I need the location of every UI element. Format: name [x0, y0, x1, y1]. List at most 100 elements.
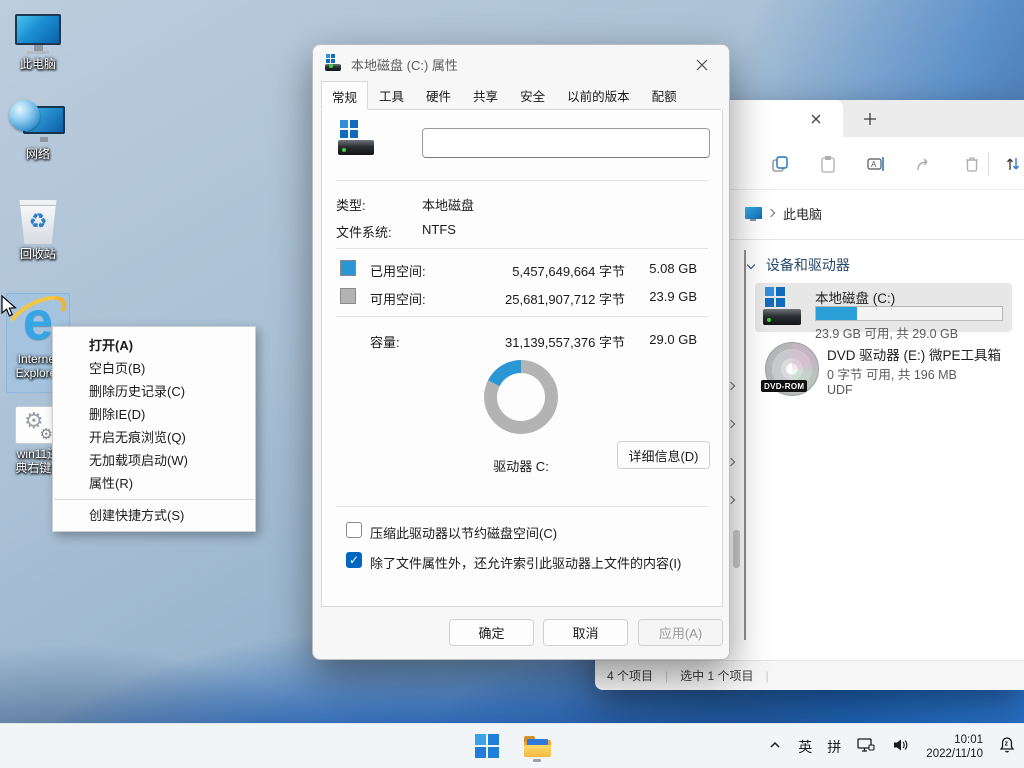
dialog-title-bar[interactable]: 本地磁盘 (C:) 属性	[313, 45, 729, 81]
clock-date: 2022/11/10	[926, 747, 983, 761]
close-icon[interactable]	[685, 53, 719, 77]
section-header-devices[interactable]: 设备和驱动器	[748, 255, 850, 275]
desktop-icon-this-pc[interactable]: 此电脑	[6, 14, 70, 71]
properties-dialog: 本地磁盘 (C:) 属性 常规 工具 硬件 共享 安全 以前的版本 配额 类型:…	[312, 44, 730, 660]
divider	[336, 180, 708, 181]
hdd-icon	[763, 287, 803, 327]
svg-text:A: A	[871, 160, 877, 169]
compress-checkbox[interactable]	[346, 522, 362, 538]
new-tab-icon[interactable]	[860, 109, 880, 129]
copy-icon[interactable]	[770, 154, 790, 174]
ime-language-indicator[interactable]: 英	[798, 737, 812, 757]
menu-item-delete-ie[interactable]: 删除IE(D)	[53, 403, 255, 426]
dvd-disc-icon: DVD-ROM	[765, 342, 821, 398]
rename-icon[interactable]: A	[866, 154, 886, 174]
sort-icon[interactable]	[1003, 154, 1023, 174]
mouse-cursor	[1, 295, 19, 322]
cancel-button[interactable]: 取消	[543, 619, 628, 646]
menu-item-blank-page[interactable]: 空白页(B)	[53, 357, 255, 380]
capacity-bytes: 31,139,557,376 字节	[505, 332, 625, 351]
ok-button[interactable]: 确定	[449, 619, 534, 646]
ime-pinyin-indicator[interactable]: 拼	[827, 737, 841, 757]
delete-icon[interactable]	[962, 154, 982, 174]
filesystem-label: 文件系统:	[336, 222, 392, 241]
recycle-bin-icon	[18, 200, 58, 244]
dvd-rom-badge: DVD-ROM	[761, 380, 807, 392]
windows-logo-icon	[475, 734, 499, 758]
tab-general[interactable]: 常规	[321, 81, 368, 110]
drive-c-row[interactable]: 本地磁盘 (C:) 23.9 GB 可用, 共 29.0 GB	[755, 283, 1012, 332]
ie-context-menu: 打开(A) 空白页(B) 删除历史记录(C) 删除IE(D) 开启无痕浏览(Q)…	[52, 326, 256, 532]
general-tab-page: 类型: 本地磁盘 文件系统: NTFS 已用空间: 5,457,649,664 …	[321, 110, 723, 607]
start-button[interactable]	[472, 729, 502, 763]
desktop-icon-label: 回收站	[6, 247, 70, 261]
hdd-small-icon	[325, 54, 343, 72]
scrollbar-track[interactable]	[744, 250, 746, 640]
drive-info: 0 字节 可用, 共 196 MB	[827, 364, 957, 383]
divider	[336, 248, 708, 249]
menu-item-open[interactable]: 打开(A)	[53, 334, 255, 357]
index-checkbox-label: 除了文件属性外，还允许索引此驱动器上文件的内容(I)	[370, 553, 681, 572]
status-divider: |	[765, 669, 768, 683]
scrollbar-thumb[interactable]	[733, 530, 740, 568]
clock-time: 10:01	[926, 733, 983, 747]
recycle-icon	[29, 216, 48, 231]
capacity-label: 容量:	[370, 332, 400, 351]
volume-label-input[interactable]	[422, 128, 710, 158]
free-space-gb: 23.9 GB	[649, 289, 697, 304]
tab-quota[interactable]: 配额	[641, 82, 688, 109]
breadcrumb[interactable]: 此电脑	[783, 204, 822, 223]
dvd-drive-row[interactable]: DVD-ROM DVD 驱动器 (E:) 微PE工具箱 0 字节 可用, 共 1…	[755, 340, 1012, 402]
tab-security[interactable]: 安全	[509, 82, 556, 109]
status-item-count: 4 个项目	[607, 667, 653, 684]
taskbar-clock[interactable]: 10:01 2022/11/10	[926, 733, 983, 761]
file-explorer-taskbar-button[interactable]	[522, 729, 552, 763]
drive-name: DVD 驱动器 (E:) 微PE工具箱	[827, 344, 1001, 364]
notification-bell-icon[interactable]: z	[998, 736, 1016, 757]
tab-previous-versions[interactable]: 以前的版本	[556, 82, 641, 109]
menu-item-delete-history[interactable]: 删除历史记录(C)	[53, 380, 255, 403]
used-space-label: 已用空间:	[370, 261, 426, 280]
running-indicator	[533, 759, 541, 762]
desktop-icon-label: 此电脑	[6, 57, 70, 71]
tab-hardware[interactable]: 硬件	[415, 82, 462, 109]
type-value: 本地磁盘	[422, 195, 474, 214]
capacity-bar	[815, 306, 1003, 321]
menu-item-create-shortcut[interactable]: 创建快捷方式(S)	[53, 504, 255, 527]
free-space-swatch	[340, 288, 356, 304]
desktop-icon-network[interactable]: 网络	[6, 100, 70, 161]
this-pc-small-icon	[745, 207, 762, 219]
tab-sharing[interactable]: 共享	[462, 82, 509, 109]
network-tray-icon[interactable]	[856, 736, 876, 757]
collapse-chevron-icon	[747, 261, 755, 269]
status-selected-count: 选中 1 个项目	[680, 667, 753, 684]
filesystem-value: NTFS	[422, 222, 456, 237]
capacity-bar-fill	[816, 307, 857, 320]
disk-usage-donut-chart	[484, 360, 558, 434]
menu-item-no-addons[interactable]: 无加载项启动(W)	[53, 449, 255, 472]
used-space-bytes: 5,457,649,664 字节	[512, 261, 625, 280]
apply-button[interactable]: 应用(A)	[638, 619, 723, 646]
folder-icon	[524, 736, 551, 757]
tab-close-icon[interactable]	[807, 110, 825, 128]
desktop-icon-recycle-bin[interactable]: 回收站	[6, 200, 70, 261]
breadcrumb-chevron-icon	[767, 209, 775, 217]
menu-item-inprivate[interactable]: 开启无痕浏览(Q)	[53, 426, 255, 449]
details-button[interactable]: 详细信息(D)	[617, 441, 710, 469]
tab-tools[interactable]: 工具	[368, 82, 415, 109]
index-checkbox[interactable]	[346, 552, 362, 568]
status-divider: |	[665, 669, 668, 683]
menu-item-properties[interactable]: 属性(R)	[53, 472, 255, 495]
desktop-icon-label: 网络	[6, 147, 70, 161]
type-label: 类型:	[336, 195, 366, 214]
toolbar-divider	[988, 152, 989, 176]
volume-tray-icon[interactable]	[891, 736, 911, 757]
share-icon[interactable]	[914, 154, 934, 174]
dialog-tab-strip: 常规 工具 硬件 共享 安全 以前的版本 配额	[321, 87, 721, 110]
hdd-icon	[338, 120, 378, 160]
tray-chevron-up-icon[interactable]	[767, 737, 783, 756]
free-space-label: 可用空间:	[370, 289, 426, 308]
taskbar: 英 拼 10:01 2022/11/10 z	[0, 723, 1024, 768]
explorer-status-bar: 4 个项目 | 选中 1 个项目 |	[595, 660, 1024, 690]
paste-icon[interactable]	[818, 154, 838, 174]
